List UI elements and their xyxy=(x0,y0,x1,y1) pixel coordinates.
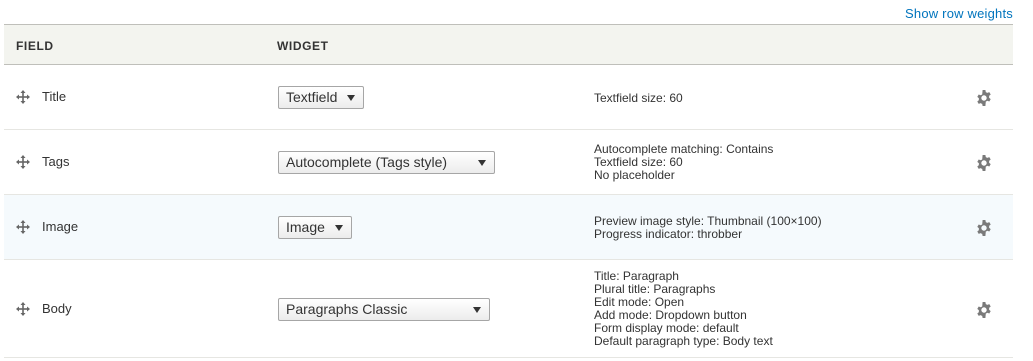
chevron-down-icon xyxy=(334,225,343,231)
field-label: Image xyxy=(42,219,79,234)
widget-summary: Preview image style: Thumbnail (100×100)… xyxy=(594,215,822,241)
gear-icon[interactable] xyxy=(976,220,992,236)
gear-icon[interactable] xyxy=(976,302,992,318)
widget-select[interactable]: Paragraphs Classic xyxy=(278,298,490,321)
widget-summary: Title: Paragraph Plural title: Paragraph… xyxy=(594,270,773,348)
drag-handle-icon[interactable] xyxy=(16,90,30,104)
summary-line: Default paragraph type: Body text xyxy=(594,334,773,348)
widget-summary: Textfield size: 60 xyxy=(594,92,683,105)
widget-select[interactable]: Autocomplete (Tags style) xyxy=(278,151,495,174)
gear-icon[interactable] xyxy=(976,155,992,171)
widget-select-value: Autocomplete (Tags style) xyxy=(286,154,448,170)
field-label: Tags xyxy=(42,154,70,169)
table-row-body: Body Paragraphs Classic Title: Paragraph… xyxy=(4,260,1013,358)
drag-handle-icon[interactable] xyxy=(16,220,30,234)
field-label: Body xyxy=(42,301,72,316)
widget-select-value: Image xyxy=(286,219,325,235)
chevron-down-icon xyxy=(347,95,356,101)
column-header-widget: WIDGET xyxy=(277,39,329,53)
gear-icon[interactable] xyxy=(976,90,992,106)
chevron-down-icon xyxy=(478,160,486,166)
summary-line: Textfield size: 60 xyxy=(594,91,683,105)
summary-line: Progress indicator: throbber xyxy=(594,227,743,241)
field-widget-table: FIELD WIDGET Title Textfield Textfield s… xyxy=(4,24,1013,358)
drag-handle-icon[interactable] xyxy=(16,155,30,169)
summary-line: No placeholder xyxy=(594,168,675,182)
table-row-title: Title Textfield Textfield size: 60 xyxy=(4,65,1013,130)
widget-select-value: Paragraphs Classic xyxy=(286,301,408,317)
widget-summary: Autocomplete matching: Contains Textfiel… xyxy=(594,143,773,182)
widget-select-value: Textfield xyxy=(286,89,338,105)
table-row-image: Image Image Preview image style: Thumbna… xyxy=(4,195,1013,260)
chevron-down-icon xyxy=(473,307,481,313)
table-row-tags: Tags Autocomplete (Tags style) Autocompl… xyxy=(4,130,1013,195)
field-label: Title xyxy=(42,89,67,104)
drag-handle-icon[interactable] xyxy=(16,302,30,316)
show-row-weights-link[interactable]: Show row weights xyxy=(905,6,1013,21)
widget-select[interactable]: Image xyxy=(278,216,352,239)
column-header-field: FIELD xyxy=(16,39,54,53)
table-header: FIELD WIDGET xyxy=(4,24,1013,65)
widget-select[interactable]: Textfield xyxy=(278,86,365,109)
